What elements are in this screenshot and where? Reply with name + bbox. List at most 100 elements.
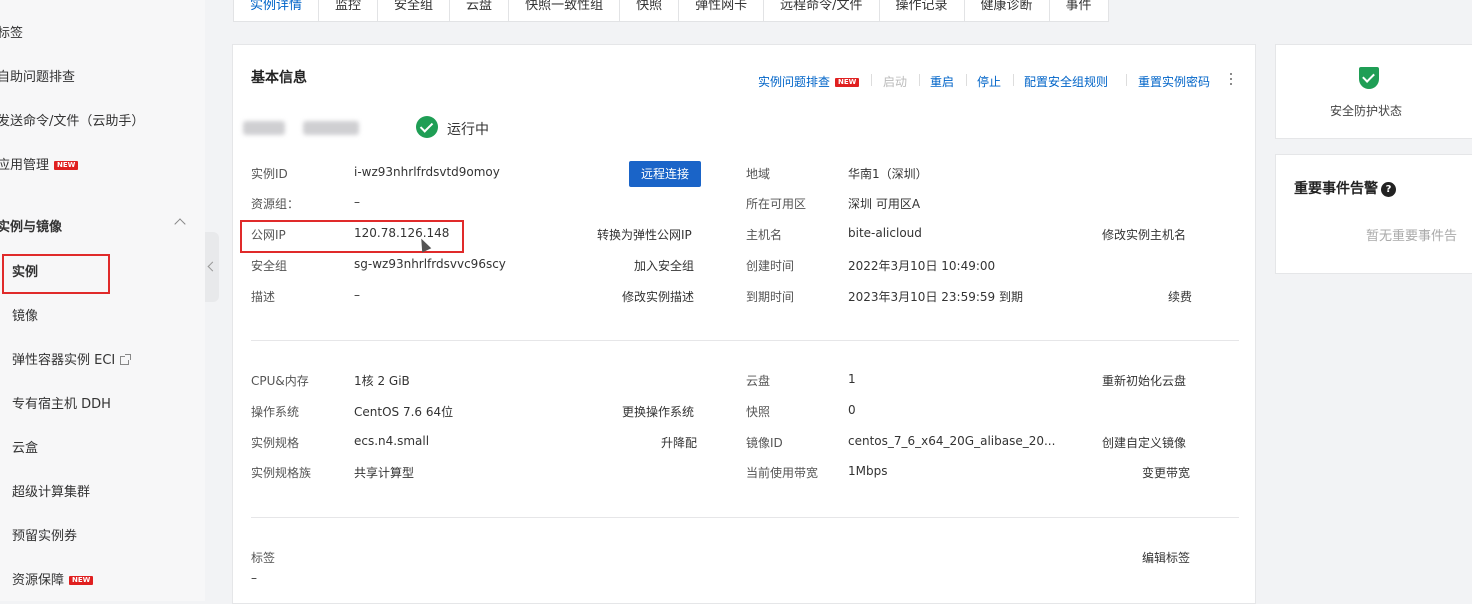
- sidebar-item-tags[interactable]: 标签: [0, 22, 23, 41]
- divider: [251, 517, 1239, 518]
- edit-tags-link[interactable]: 编辑标签: [1142, 549, 1190, 566]
- highlight-box: [2, 254, 110, 294]
- sidebar-item-cloud-box[interactable]: 云盒: [12, 437, 38, 456]
- sidebar-item-label: 专有宿主机 DDH: [12, 397, 111, 412]
- collapse-sidebar-button[interactable]: [205, 232, 219, 302]
- troubleshoot-label: 实例问题排查: [758, 75, 831, 89]
- more-options-icon[interactable]: [1230, 73, 1233, 87]
- security-group-label: 安全组: [251, 259, 288, 273]
- security-status-label: 安全防护状态: [1330, 104, 1403, 118]
- security-status-card[interactable]: 安全防护状态: [1275, 44, 1472, 139]
- region-value: 华南1（深圳）: [848, 167, 928, 181]
- new-badge: NEW: [69, 576, 94, 585]
- expires-value: 2023年3月10日 23:59:59 到期: [848, 290, 1023, 304]
- tags-value: –: [251, 571, 257, 585]
- start-button[interactable]: 启动: [883, 73, 907, 90]
- image-id-label: 镜像ID: [746, 436, 783, 450]
- troubleshoot-link[interactable]: 实例问题排查 NEW: [758, 73, 860, 90]
- region-label: 地域: [746, 167, 771, 181]
- sidebar-item-ddh[interactable]: 专有宿主机 DDH: [12, 393, 111, 412]
- sidebar-item-app-management[interactable]: 应用管理 NEW: [0, 154, 79, 173]
- disk-count-link[interactable]: 1: [848, 372, 856, 386]
- remote-connect-button[interactable]: 远程连接: [629, 161, 701, 187]
- change-bandwidth-link[interactable]: 变更带宽: [1142, 464, 1190, 481]
- events-card: 重要事件告警? 暂无重要事件告: [1275, 154, 1472, 274]
- instance-status: 运行中: [447, 122, 489, 138]
- sidebar-item-label: 标签: [0, 26, 24, 41]
- cpu-memory-label: CPU&内存: [251, 374, 309, 388]
- zone-label: 所在可用区: [746, 197, 807, 211]
- chevron-up-icon[interactable]: [174, 218, 186, 230]
- cpu-memory-value: 1核 2 GiB: [354, 374, 410, 388]
- instance-id-label: 实例ID: [251, 167, 288, 181]
- tab-health-diagnosis[interactable]: 健康诊断: [964, 0, 1050, 22]
- snapshot-count-link[interactable]: 0: [848, 403, 856, 417]
- sidebar-item-label: 弹性容器实例 ECI: [12, 353, 116, 368]
- sidebar-item-images[interactable]: 镜像: [12, 305, 38, 324]
- tab-eni[interactable]: 弹性网卡: [679, 0, 765, 22]
- events-empty-text: 暂无重要事件告: [1366, 229, 1458, 244]
- description-value: –: [354, 288, 360, 302]
- stop-button[interactable]: 停止: [977, 73, 1001, 90]
- tab-monitoring[interactable]: 监控: [319, 0, 379, 22]
- tags-label: 标签: [251, 551, 276, 565]
- tab-remote-commands[interactable]: 远程命令/文件: [764, 0, 880, 22]
- convert-eip-link[interactable]: 转换为弹性公网IP: [597, 226, 692, 243]
- sidebar-item-label: 超级计算集群: [12, 485, 91, 500]
- external-link-icon: [120, 354, 132, 365]
- sidebar-group-instances-images[interactable]: 实例与镜像: [0, 216, 62, 235]
- sidebar-item-label: 云盒: [12, 441, 39, 456]
- created-value: 2022年3月10日 10:49:00: [848, 259, 996, 273]
- created-label: 创建时间: [746, 259, 795, 273]
- tab-instance-details[interactable]: 实例详情: [233, 0, 320, 22]
- tab-bar: 实例详情 监控 安全组 云盘 快照一致性组 快照 弹性网卡 远程命令/文件 操作…: [233, 0, 1109, 22]
- instance-type-link[interactable]: ecs.n4.small: [354, 434, 429, 448]
- tab-snapshot-consistency[interactable]: 快照一致性组: [509, 0, 621, 22]
- redacted-name: [243, 121, 285, 135]
- bandwidth-value: 1Mbps: [848, 464, 888, 478]
- bandwidth-label: 当前使用带宽: [746, 466, 819, 480]
- redacted-name: [303, 121, 359, 135]
- edit-description-link[interactable]: 修改实例描述: [622, 288, 694, 305]
- sidebar-item-label: 发送命令/文件（云助手）: [0, 114, 145, 129]
- sidebar-item-scc[interactable]: 超级计算集群: [12, 481, 90, 500]
- tab-disks[interactable]: 云盘: [450, 0, 510, 22]
- divider: [1013, 74, 1014, 86]
- tab-operation-log[interactable]: 操作记录: [879, 0, 965, 22]
- change-os-link[interactable]: 更换操作系统: [622, 403, 694, 420]
- expires-label: 到期时间: [746, 290, 795, 304]
- sidebar-item-label: 自助问题排查: [0, 70, 76, 85]
- instance-id-value: i-wz93nhrlfrdsvtd9omoy: [354, 165, 500, 179]
- tab-events[interactable]: 事件: [1049, 0, 1109, 22]
- tab-security-groups[interactable]: 安全组: [378, 0, 451, 22]
- help-icon[interactable]: ?: [1381, 182, 1396, 197]
- security-group-link[interactable]: sg-wz93nhrlfrdsvvc96scy: [354, 257, 506, 271]
- renew-link[interactable]: 续费: [1168, 288, 1192, 305]
- instance-type-label: 实例规格: [251, 436, 300, 450]
- sidebar-item-self-troubleshoot[interactable]: 自助问题排查: [0, 66, 75, 85]
- resource-group-value: –: [354, 195, 360, 209]
- divider: [251, 340, 1239, 341]
- tab-snapshots[interactable]: 快照: [620, 0, 680, 22]
- sidebar-item-eci[interactable]: 弹性容器实例 ECI: [12, 349, 132, 368]
- basic-info-card: 基本信息 实例问题排查 NEW 启动 重启 停止 配置安全组规则 重置实例密码 运…: [232, 44, 1256, 604]
- upgrade-downgrade-link[interactable]: 升降配: [661, 434, 697, 451]
- disk-label: 云盘: [746, 374, 771, 388]
- os-label: 操作系统: [251, 405, 300, 419]
- sidebar-item-resource-assurance[interactable]: 资源保障 NEW: [12, 569, 94, 588]
- configure-sg-rules-link[interactable]: 配置安全组规则: [1024, 73, 1108, 90]
- sidebar-item-label: 资源保障: [12, 573, 65, 588]
- instance-family-label: 实例规格族: [251, 466, 312, 480]
- create-custom-image-link[interactable]: 创建自定义镜像: [1102, 434, 1186, 451]
- section-title: 基本信息: [251, 70, 307, 86]
- sidebar-item-reserved[interactable]: 预留实例券: [12, 525, 77, 544]
- divider: [871, 74, 872, 86]
- join-security-group-link[interactable]: 加入安全组: [634, 257, 694, 274]
- divider: [919, 74, 920, 86]
- restart-button[interactable]: 重启: [930, 73, 954, 90]
- reset-password-link[interactable]: 重置实例密码: [1138, 73, 1210, 90]
- edit-hostname-link[interactable]: 修改实例主机名: [1102, 226, 1186, 243]
- reinit-disk-link[interactable]: 重新初始化云盘: [1102, 372, 1186, 389]
- sidebar-item-send-command[interactable]: 发送命令/文件（云助手）: [0, 110, 144, 129]
- os-value: CentOS 7.6 64位: [354, 405, 454, 419]
